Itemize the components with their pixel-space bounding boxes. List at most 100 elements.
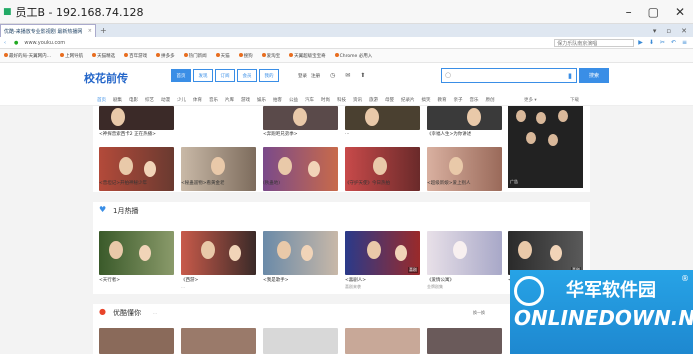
nav-item[interactable]: 动漫 [161, 97, 170, 103]
video-thumb[interactable] [427, 106, 502, 130]
nav-item[interactable]: 旅游 [369, 97, 378, 103]
bookmark-item[interactable]: 天猫精选 [92, 53, 115, 59]
nav-item[interactable]: 母婴 [385, 97, 394, 103]
clock-icon[interactable]: ◷ [330, 72, 335, 79]
video-caption[interactable]: <天行者> [99, 277, 177, 283]
nav-item[interactable]: 剧集 [113, 97, 122, 103]
video-caption[interactable]: 《幸福人生>为你讲述 [427, 131, 505, 137]
download-icon[interactable]: ⬇ [649, 39, 654, 46]
nav-item[interactable]: 纪录片 [401, 97, 415, 103]
video-caption[interactable]: <普坦记>开拍神秘少年 [99, 180, 177, 186]
video-caption[interactable]: 《守护天使》今日热拍 [345, 180, 423, 186]
bookmark-item[interactable]: 拼多多 [156, 53, 175, 59]
nav-item[interactable]: 娱乐 [257, 97, 266, 103]
close-button[interactable]: ✕ [675, 5, 685, 19]
video-thumb[interactable] [181, 328, 256, 354]
url-input[interactable]: www.youku.com [24, 40, 65, 46]
nav-item[interactable]: 科技 [337, 97, 346, 103]
maximize-button[interactable]: ▢ [648, 5, 659, 19]
nav-item[interactable]: 资讯 [353, 97, 362, 103]
video-caption[interactable]: <奔跑吧兄弟季> [263, 131, 341, 137]
nav-item[interactable]: 综艺 [145, 97, 154, 103]
nav-item[interactable]: 搞笑 [422, 97, 431, 103]
video-thumb[interactable] [263, 231, 338, 275]
video-thumb[interactable] [345, 106, 420, 130]
video-thumb[interactable] [99, 231, 174, 275]
nav-item[interactable]: 少儿 [177, 97, 186, 103]
video-thumb[interactable] [263, 328, 338, 354]
video-thumb[interactable]: 喜剧 [508, 231, 583, 275]
site-search-input[interactable]: ○ ▮ [441, 68, 577, 83]
undo-icon[interactable]: ↶ [671, 39, 676, 46]
nav-item[interactable]: 体育 [193, 97, 202, 103]
header-tab-subscribe[interactable]: 订阅 [215, 69, 235, 82]
video-thumb[interactable] [99, 328, 174, 354]
menu-icon[interactable]: ▾ [653, 27, 657, 35]
nav-item[interactable]: 拍客 [273, 97, 282, 103]
tab-close-icon[interactable]: × [88, 28, 92, 34]
video-caption[interactable]: <喜剧人> [345, 277, 423, 283]
scissors-icon[interactable]: ✂ [660, 39, 665, 46]
header-tab-vip[interactable]: 会员 [237, 69, 257, 82]
side-search-input[interactable]: 保力乐队南京演唱 [554, 38, 635, 47]
header-tab-discover[interactable]: 发现 [193, 69, 213, 82]
nav-item[interactable]: 亲子 [454, 97, 463, 103]
browser-close-icon[interactable]: ✕ [681, 27, 687, 35]
chart-icon[interactable]: ▮ [568, 72, 572, 80]
video-thumb[interactable] [345, 328, 420, 354]
video-caption[interactable]: (秋蛊地) [263, 180, 341, 186]
nav-item[interactable]: 首页 [97, 97, 106, 103]
nav-item[interactable]: 片库 [225, 97, 234, 103]
video-caption[interactable]: <超级新娘>爱上别人 [427, 180, 505, 186]
nav-download[interactable]: 下载 [570, 97, 579, 103]
video-caption[interactable]: <神探普索西卡2 正在热播> [99, 131, 177, 137]
minimize-button[interactable]: – [626, 5, 632, 19]
video-caption[interactable]: 《西游> [181, 277, 259, 283]
nav-item[interactable]: 游戏 [241, 97, 250, 103]
bookmark-item[interactable]: 百年游戏 [124, 53, 147, 59]
bookmark-item[interactable]: 搜狗 [238, 53, 253, 59]
header-tab-home[interactable]: 首页 [171, 69, 191, 82]
register-link[interactable]: 注册 [311, 73, 320, 79]
video-thumb[interactable] [427, 231, 502, 275]
video-thumb[interactable] [427, 328, 502, 354]
bookmark-item[interactable]: 天翼超级宝宝奇 [289, 53, 326, 59]
site-logo[interactable]: 校花前传 [84, 70, 128, 86]
bookmark-item[interactable]: 上网导航 [60, 53, 83, 59]
nav-item[interactable]: 教育 [438, 97, 447, 103]
new-tab-icon[interactable]: + [100, 26, 107, 35]
video-thumb[interactable] [263, 106, 338, 130]
nav-item[interactable]: 公益 [289, 97, 298, 103]
nav-item[interactable]: 音乐 [209, 97, 218, 103]
video-thumb[interactable] [181, 231, 256, 275]
video-caption[interactable]: <我是歌手> [263, 277, 341, 283]
restore-icon[interactable]: ▫ [666, 27, 671, 35]
bookmark-item[interactable]: 天猫 [215, 53, 230, 59]
video-thumb[interactable] [99, 106, 174, 130]
bookmark-item[interactable]: Chrome 必用入 [334, 53, 372, 59]
browser-tab-youku[interactable]: 优酷-来播放专业影视剧 最新热播网 × [0, 24, 96, 37]
nav-item[interactable]: 音乐 [470, 97, 479, 103]
nav-item[interactable]: 原创 [486, 97, 495, 103]
video-caption[interactable]: … [345, 131, 423, 136]
video-thumb[interactable]: 喜剧 [345, 231, 420, 275]
nav-item[interactable]: 汽车 [305, 97, 314, 103]
video-caption[interactable]: <秘蛊遥物>看黄金老 [181, 180, 259, 186]
login-link[interactable]: 登录 [298, 73, 307, 79]
upload-icon[interactable]: ⬆ [360, 72, 365, 79]
bookmark-item[interactable]: 热门新闻 [183, 53, 207, 59]
nav-item[interactable]: 电影 [129, 97, 138, 103]
mail-icon[interactable]: ✉ [345, 72, 350, 79]
bookmark-item[interactable]: 最好的局-天翼网内… [4, 53, 51, 59]
search-button[interactable]: 搜索 [579, 68, 609, 83]
play-icon[interactable]: ▶ [638, 39, 643, 46]
video-caption[interactable]: 《爱情公寓》 [427, 277, 505, 283]
back-icon[interactable]: ‹ [4, 40, 6, 46]
header-tab-mine[interactable]: 我的 [259, 69, 279, 82]
tall-promo-thumb[interactable]: 广告 [508, 106, 583, 188]
registered-mark: ® [681, 274, 689, 283]
menu-lines-icon[interactable]: ≡ [682, 39, 687, 46]
bookmark-item[interactable]: 爱淘宝 [261, 53, 280, 59]
nav-more[interactable]: 更多 ▾ [524, 97, 537, 103]
nav-item[interactable]: 时尚 [321, 97, 330, 103]
